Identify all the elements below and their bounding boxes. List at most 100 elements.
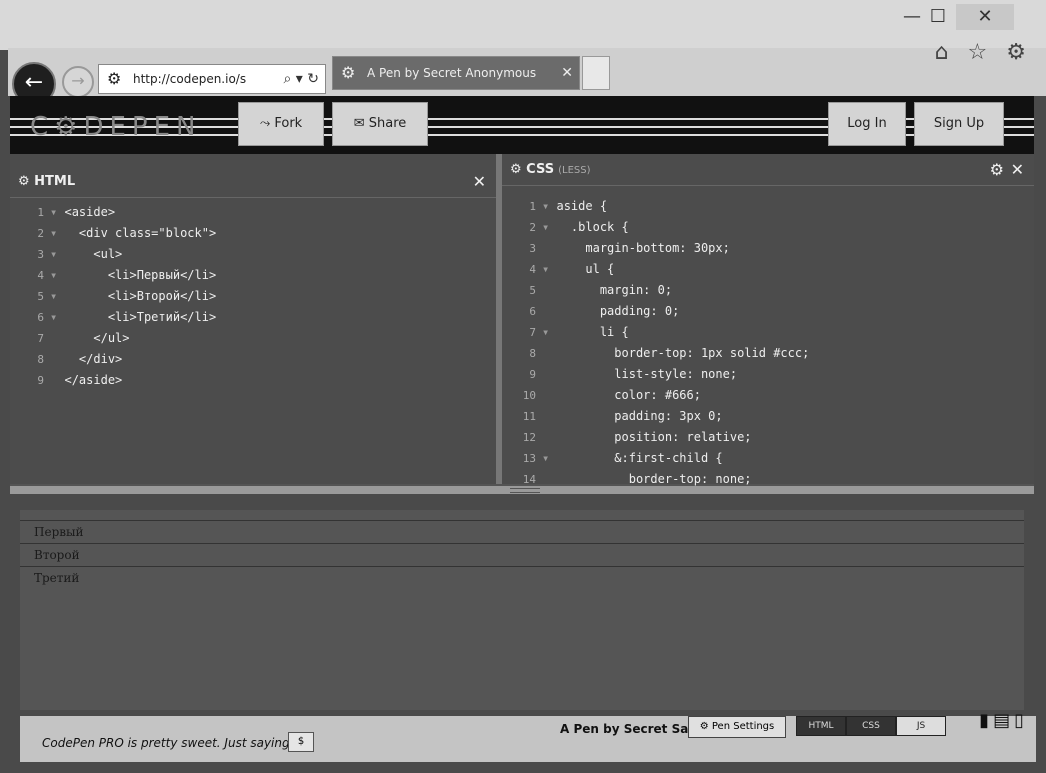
css-editor-pane[interactable]: ⚙ CSS (LESS) ⚙ ✕ 1 ▾ aside {2 ▾ .block {3 m… xyxy=(502,154,1034,486)
codepen-header: C⚙DEPEN ⤳ Fork ✉ Share Log In Sign Up xyxy=(10,96,1034,154)
pro-promo-button[interactable]: $ xyxy=(288,732,314,752)
new-tab-button[interactable] xyxy=(582,56,610,90)
fork-button[interactable]: ⤳ Fork xyxy=(238,102,324,146)
list-item: Первый xyxy=(20,520,1024,543)
code-line[interactable]: 2 ▾ <div class="block"> xyxy=(10,223,496,244)
code-line[interactable]: 1 ▾ <aside> xyxy=(10,202,496,223)
tab-close-icon[interactable]: ✕ xyxy=(561,57,573,89)
line-number: 8 xyxy=(37,353,44,366)
browser-tab[interactable]: ⚙ A Pen by Secret Anonymous ✕ xyxy=(332,56,580,90)
code-text: <aside> xyxy=(64,205,116,219)
line-number: 11 xyxy=(522,410,536,423)
code-text: ul { xyxy=(556,262,615,276)
code-text: margin-bottom: 30px; xyxy=(556,241,730,255)
pen-settings-button[interactable]: ⚙ Pen Settings xyxy=(688,716,786,738)
line-number: 2 xyxy=(529,221,536,234)
code-line[interactable]: 11 padding: 3px 0; xyxy=(502,406,1034,427)
code-text: <li>Третий</li> xyxy=(64,310,217,324)
line-number: 9 xyxy=(529,368,536,381)
html-pane-title: ⚙ HTML xyxy=(18,174,76,189)
line-number: 9 xyxy=(37,374,44,387)
code-text: <li>Второй</li> xyxy=(64,289,217,303)
code-text: </aside> xyxy=(64,373,123,387)
code-line[interactable]: 4 ▾ ul { xyxy=(502,259,1034,280)
maximize-button[interactable]: ☐ xyxy=(918,4,958,30)
code-text: padding: 0; xyxy=(556,304,680,318)
signup-button[interactable]: Sign Up xyxy=(914,102,1004,146)
css-code[interactable]: 1 ▾ aside {2 ▾ .block {3 margin-bottom: 30… xyxy=(502,196,1034,490)
close-icon[interactable]: ✕ xyxy=(1011,154,1024,186)
line-number: 8 xyxy=(529,347,536,360)
html-code[interactable]: 1 ▾ <aside> 2 ▾ <div class="block"> 3 ▾ <ul> 4… xyxy=(10,202,496,391)
line-number: 2 xyxy=(37,227,44,240)
code-line[interactable]: 9 list-style: none; xyxy=(502,364,1034,385)
toggle-css-button[interactable]: CSS xyxy=(846,716,896,736)
address-tools[interactable]: ⌕ ▾ ↻ xyxy=(284,65,320,93)
line-number: 6 xyxy=(529,305,536,318)
code-text: <div class="block"> xyxy=(64,226,217,240)
tab-title: A Pen by Secret Anonymous xyxy=(367,66,537,80)
close-window-button[interactable]: ✕ xyxy=(956,4,1014,30)
login-button[interactable]: Log In xyxy=(828,102,906,146)
line-number: 4 xyxy=(529,263,536,276)
gear-icon[interactable]: ⚙ xyxy=(990,154,1004,186)
code-text: padding: 3px 0; xyxy=(556,409,723,423)
line-number: 1 xyxy=(37,206,44,219)
code-line[interactable]: 6 ▾ <li>Третий</li> xyxy=(10,307,496,328)
code-text: li { xyxy=(556,325,629,339)
pen-author[interactable]: A Pen by Secret Sam xyxy=(560,722,701,736)
line-number: 6 xyxy=(37,311,44,324)
css-pane-subtitle: (LESS) xyxy=(558,165,591,176)
line-number: 7 xyxy=(529,326,536,339)
code-line[interactable]: 8 border-top: 1px solid #ccc; xyxy=(502,343,1034,364)
list-item: Третий xyxy=(20,566,1024,589)
code-text: </div> xyxy=(64,352,123,366)
code-text: <ul> xyxy=(64,247,123,261)
code-line[interactable]: 8 </div> xyxy=(10,349,496,370)
code-text: border-top: 1px solid #ccc; xyxy=(556,346,810,360)
pro-promo-text: CodePen PRO is pretty sweet. Just saying… xyxy=(42,736,294,750)
code-line[interactable]: 9 </aside> xyxy=(10,370,496,391)
code-line[interactable]: 10 color: #666; xyxy=(502,385,1034,406)
result-preview: Первый Второй Третий xyxy=(20,510,1024,710)
address-bar[interactable]: ⚙ http://codepen.io/s ⌕ ▾ ↻ xyxy=(98,64,326,94)
code-line[interactable]: 5 ▾ <li>Второй</li> xyxy=(10,286,496,307)
browser-toolbar-icons[interactable]: ⌂ ☆ ⚙ xyxy=(935,40,1032,65)
code-line[interactable]: 6 padding: 0; xyxy=(502,301,1034,322)
html-editor-pane[interactable]: ⚙ HTML ✕ 1 ▾ <aside> 2 ▾ <div class="block"… xyxy=(10,154,496,484)
code-text: aside { xyxy=(556,199,608,213)
code-line[interactable]: 4 ▾ <li>Первый</li> xyxy=(10,265,496,286)
result-resize-handle[interactable] xyxy=(10,486,1034,494)
site-icon: ⚙ xyxy=(107,69,122,88)
code-line[interactable]: 3 margin-bottom: 30px; xyxy=(502,238,1034,259)
toggle-html-button[interactable]: HTML xyxy=(796,716,846,736)
css-pane-header: ⚙ CSS (LESS) ⚙ ✕ xyxy=(502,154,1034,186)
code-text: .block { xyxy=(556,220,629,234)
code-line[interactable]: 2 ▾ .block { xyxy=(502,217,1034,238)
share-button[interactable]: ✉ Share xyxy=(332,102,428,146)
code-line[interactable]: 5 margin: 0; xyxy=(502,280,1034,301)
code-text: </ul> xyxy=(64,331,130,345)
editor-area: ⚙ HTML ✕ 1 ▾ <aside> 2 ▾ <div class="block"… xyxy=(10,154,1034,489)
close-icon[interactable]: ✕ xyxy=(473,166,486,198)
browser-window: — ☐ ✕ ← → ⚙ http://codepen.io/s ⌕ ▾ ↻ ⚙ … xyxy=(0,0,1046,773)
codepen-logo[interactable]: C⚙DEPEN xyxy=(30,112,201,142)
forward-button[interactable]: → xyxy=(62,66,94,98)
code-line[interactable]: 3 ▾ <ul> xyxy=(10,244,496,265)
line-number: 3 xyxy=(529,242,536,255)
code-line[interactable]: 7 </ul> xyxy=(10,328,496,349)
css-pane-title: ⚙ CSS xyxy=(510,162,555,177)
line-number: 5 xyxy=(529,284,536,297)
toggle-js-button[interactable]: JS xyxy=(896,716,946,736)
layout-switcher-icons[interactable]: ▮▤▯ xyxy=(979,710,1028,731)
code-line[interactable]: 1 ▾ aside { xyxy=(502,196,1034,217)
code-line[interactable]: 7 ▾ li { xyxy=(502,322,1034,343)
code-text: margin: 0; xyxy=(556,283,673,297)
line-number: 12 xyxy=(522,431,536,444)
line-number: 4 xyxy=(37,269,44,282)
code-text: color: #666; xyxy=(556,388,701,402)
code-line[interactable]: 13 ▾ &:first-child { xyxy=(502,448,1034,469)
code-line[interactable]: 12 position: relative; xyxy=(502,427,1034,448)
line-number: 10 xyxy=(522,389,536,402)
line-number: 13 xyxy=(522,452,536,465)
